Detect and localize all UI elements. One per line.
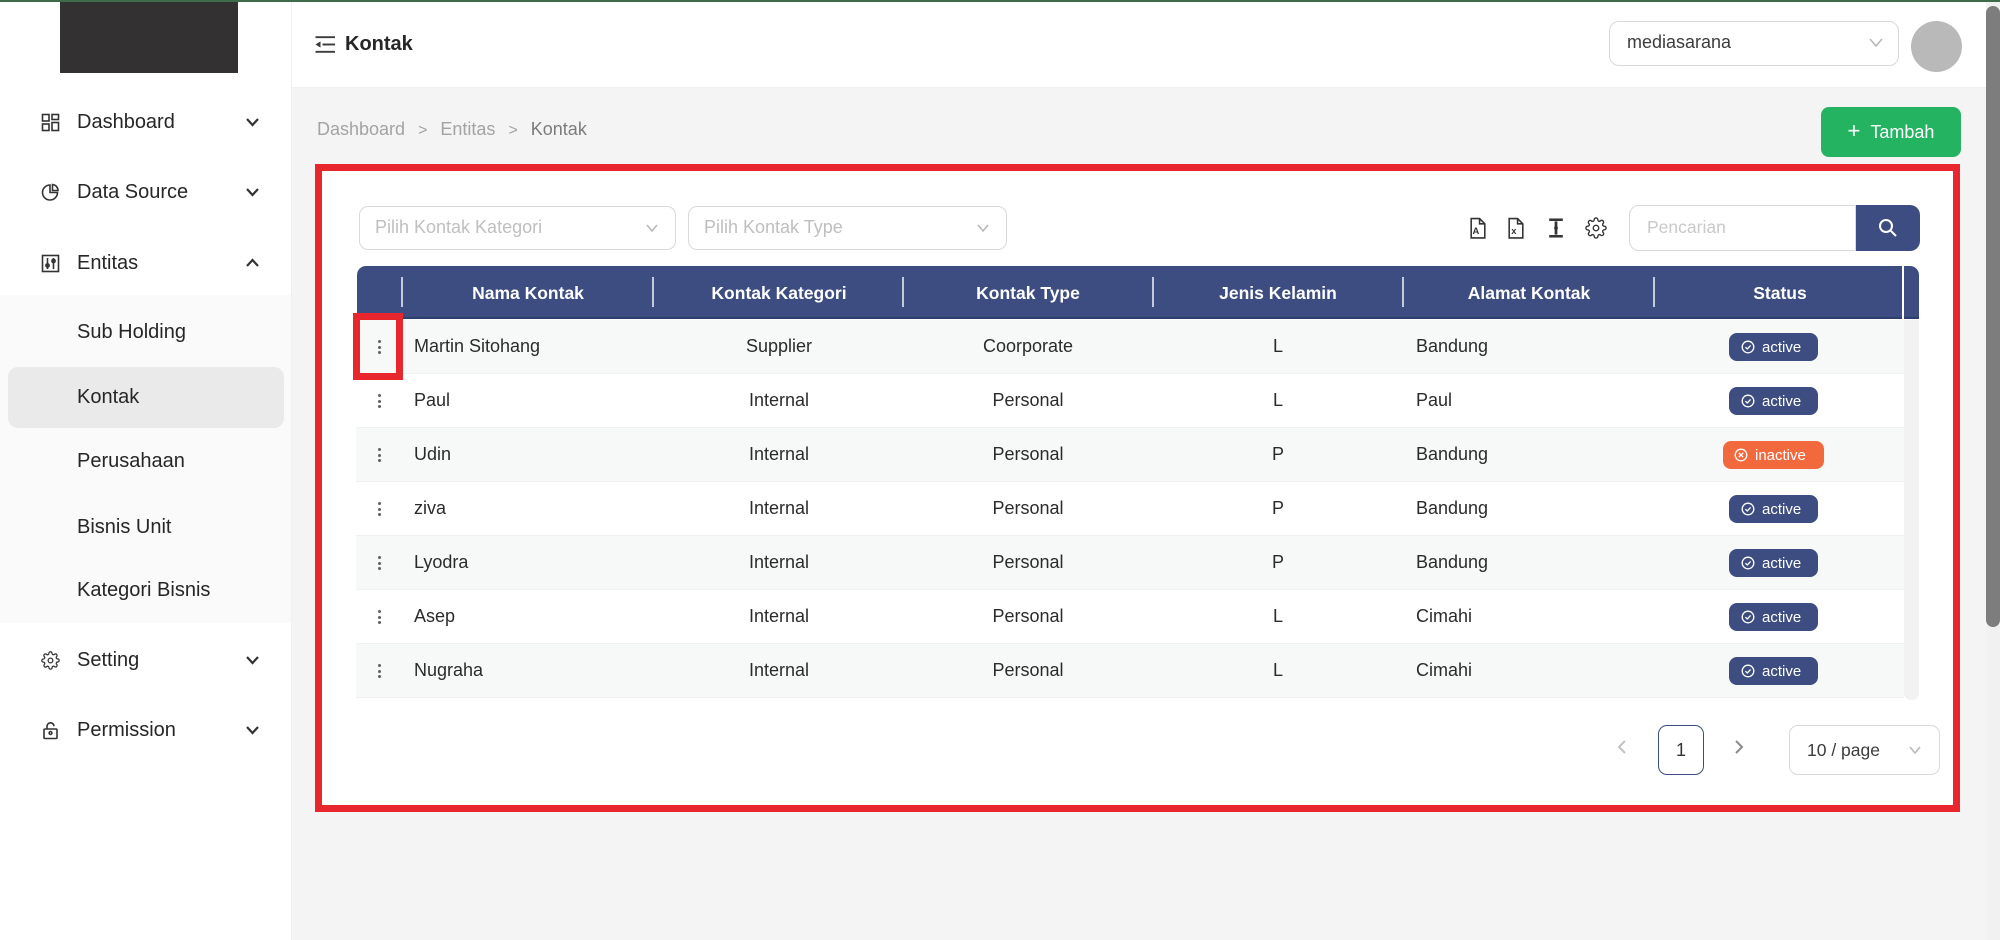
svg-text:A: A	[1473, 225, 1480, 236]
svg-text:x: x	[1511, 225, 1517, 236]
